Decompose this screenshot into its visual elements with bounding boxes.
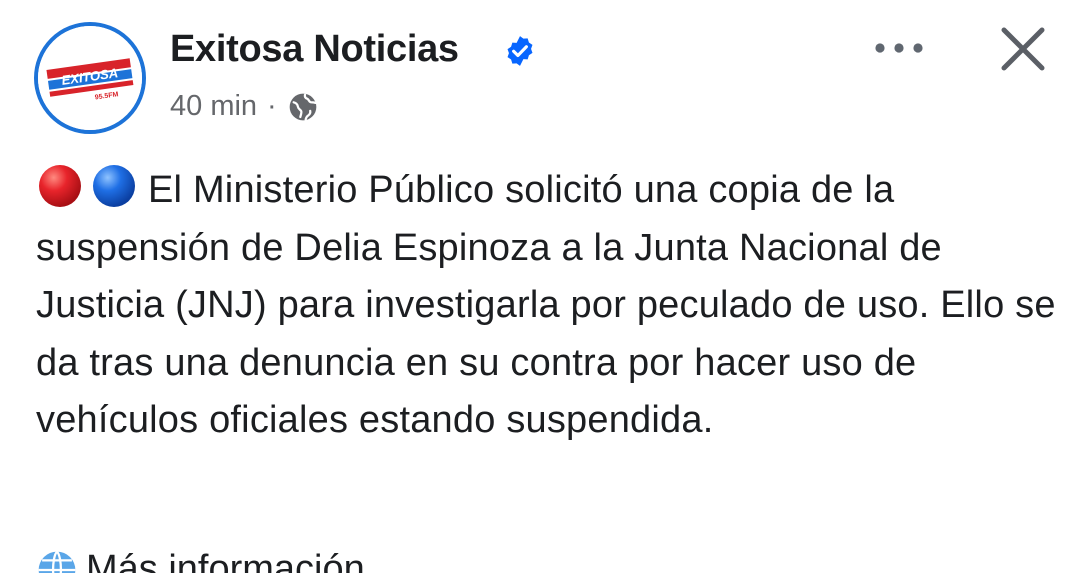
exitosa-logo: EXITOSA 95.5FM [38, 26, 142, 130]
more-info-link[interactable]: Más información [36, 548, 365, 573]
close-icon[interactable] [996, 22, 1050, 76]
page-name-link[interactable]: Exitosa Noticias [170, 28, 459, 71]
verified-badge-icon [507, 36, 533, 66]
red-blue-circles-emoji [39, 165, 135, 207]
post-body: El Ministerio Público solicitó una copia… [36, 162, 1056, 450]
meta-separator: · [267, 90, 277, 122]
post-timestamp[interactable]: 40 min [170, 90, 257, 123]
more-info-label: Más información [86, 548, 365, 573]
post-text: El Ministerio Público solicitó una copia… [36, 169, 1056, 441]
globe-emoji-icon [38, 550, 76, 573]
post-meta: 40 min · [170, 90, 319, 123]
more-options-icon[interactable] [870, 30, 928, 66]
facebook-post: EXITOSA 95.5FM Exitosa Noticias 40 min · [0, 0, 1080, 573]
globe-icon[interactable] [287, 91, 319, 123]
page-avatar[interactable]: EXITOSA 95.5FM [34, 22, 146, 134]
